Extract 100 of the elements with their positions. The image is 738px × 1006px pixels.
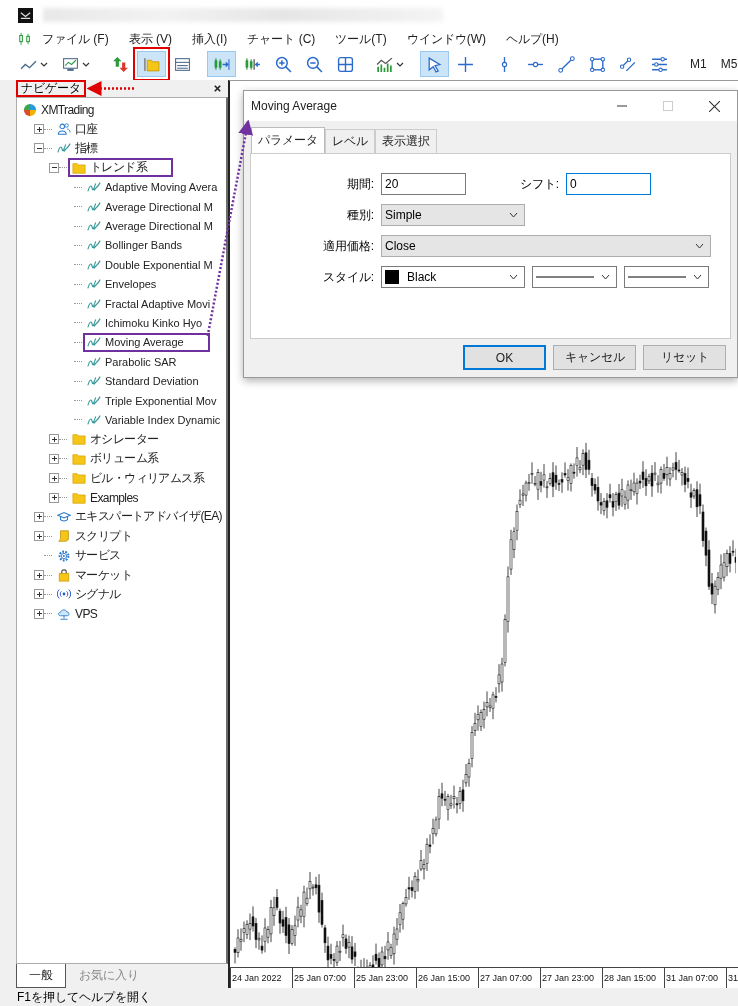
menu-item[interactable]: ヘルプ(H) [496,30,569,48]
data-window-icon [174,55,191,73]
tree-item[interactable]: Adaptive Moving Avera [83,177,222,197]
trend-line-icon [558,55,575,73]
tree-item[interactable]: VPS [53,604,102,624]
tree-item[interactable]: サービス [53,546,125,566]
expander-icon[interactable] [49,492,59,503]
candles-icon [18,32,32,46]
dialog-tab[interactable]: パラメータ [251,127,325,154]
expander-icon[interactable] [49,162,59,173]
expander-icon[interactable] [34,124,44,135]
expander-icon[interactable] [34,511,44,522]
expander-icon[interactable] [49,453,59,464]
tree-item[interactable]: XMTrading [19,100,98,120]
graduation-cap-icon [57,509,71,524]
dialog-title: Moving Average [251,99,338,113]
tree-item[interactable]: オシレーター [68,429,163,449]
broadcast-icon [57,587,71,602]
cursor-icon [426,55,443,73]
channel-lines-icon [620,55,637,73]
menu-item[interactable]: 挿入(I) [182,30,238,48]
tree-item[interactable]: Fractal Adaptive Movi [83,294,215,314]
dropdown[interactable] [532,266,617,288]
rectangle-icon [589,55,606,73]
timeframe-button[interactable]: M5 [714,51,738,77]
menu-item[interactable]: チャート (C) [237,30,326,48]
field-label: 期間: [345,175,374,193]
panel-tab[interactable]: 一般 [16,964,66,989]
tile-windows-icon [337,55,354,73]
tree-item[interactable]: スクリプト [53,526,136,546]
shift-candles-icon [244,55,261,73]
menu-item[interactable]: ウインドウ(W) [396,30,496,48]
dialog-button[interactable]: OK [463,345,546,370]
tree-item[interactable]: Average Directional M [83,216,217,236]
monitor-chart-icon [62,55,79,73]
indicator-chart-icon [376,55,393,73]
zoom-out-icon [306,55,323,73]
tree-item[interactable]: Standard Deviation [83,371,203,391]
expander-icon[interactable] [34,589,44,600]
menu-item[interactable]: 表示 (V) [118,30,182,48]
dialog-button[interactable]: リセット [643,345,726,370]
dropdown[interactable]: Close [381,235,711,257]
toolbar-button[interactable] [207,51,236,77]
tree-item[interactable]: 口座 [53,119,102,139]
caret-icon [509,274,518,280]
menu-item[interactable]: ツール(T) [325,30,397,48]
indicator-icon [87,316,101,330]
menu-item[interactable]: ファイル (F) [32,30,119,48]
dialog-tab[interactable]: レベル [325,129,375,153]
dropdown[interactable] [624,266,709,288]
maximize-icon [663,101,673,111]
tree-item[interactable]: Envelopes [83,274,161,294]
tree-item[interactable]: Triple Exponential Mov [83,391,221,411]
field-label: 種別: [345,206,374,224]
tree-item[interactable]: ビル・ウィリアムス系 [68,468,208,488]
annotation-arrow [86,81,134,96]
line-list-icon [651,55,668,73]
tree-item[interactable]: Bollinger Bands [83,235,187,255]
toolbar-button[interactable] [420,51,449,77]
indicator-icon [87,393,101,408]
expander-icon[interactable] [34,531,44,542]
tree-item[interactable]: Double Exponential M [83,255,217,275]
timeframe-button[interactable]: M1 [684,51,713,77]
tree-item[interactable]: Examples [68,488,142,507]
expander-icon[interactable] [34,570,44,581]
indicator-icon [87,296,101,311]
status-text: F1を押してヘルプを開く [17,988,151,1006]
expander-icon[interactable] [34,143,44,154]
dropdown[interactable]: Simple [381,204,525,226]
tree-item[interactable]: Ichimoku Kinko Hyo [83,313,207,333]
shopping-bag-icon [57,568,71,583]
caret-icon [695,243,704,249]
folder-icon [72,490,86,505]
tree-item[interactable]: マーケット [53,565,136,585]
tree-item[interactable]: Moving Average [83,332,210,352]
caret-icon [509,212,518,218]
scroll-icon [57,529,71,544]
input-field[interactable]: 20 [381,173,466,195]
input-field[interactable]: 0 [566,173,651,195]
field-label: スタイル: [321,268,374,286]
zoom-in-icon [275,55,292,73]
color-name: Black [407,270,437,284]
tree-item[interactable]: Parabolic SAR [83,352,181,372]
expander-icon[interactable] [49,473,59,484]
expander-icon[interactable] [49,434,59,445]
tree-item[interactable]: Average Directional M [83,197,217,217]
caret-icon [693,274,702,280]
tree-item[interactable]: 指標 [53,138,102,158]
tree-item[interactable]: シグナル [53,584,125,604]
people-icon [57,122,71,137]
tree-item[interactable]: エキスパートアドバイザ(EA) [53,507,226,527]
tree-item[interactable]: Variable Index Dynamic [83,410,225,430]
dropdown[interactable]: Black [381,266,525,288]
indicator-icon [87,354,101,369]
dialog-tab[interactable]: 表示選択 [375,129,437,153]
tree-item[interactable]: トレンド系 [68,158,173,178]
dialog-button[interactable]: キャンセル [553,345,636,370]
folder-icon [72,160,86,175]
tree-item[interactable]: ボリューム系 [68,449,163,469]
expander-icon[interactable] [34,608,44,619]
